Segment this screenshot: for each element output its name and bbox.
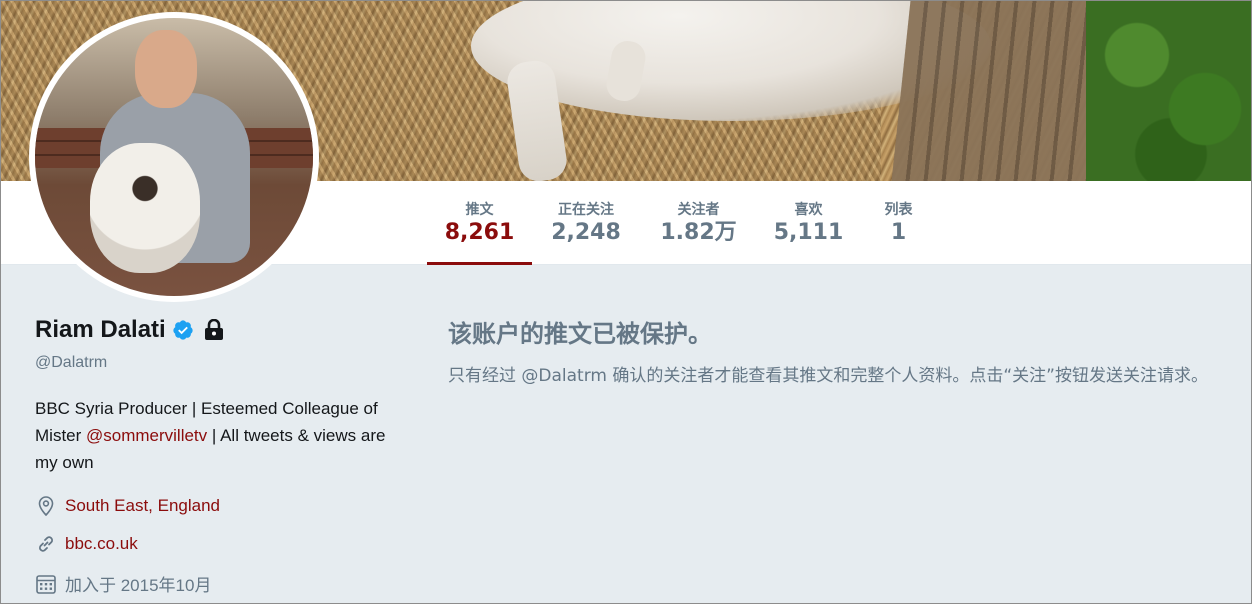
avatar-dog: [90, 143, 200, 273]
avatar-head: [135, 30, 197, 108]
bio-mention-link[interactable]: @sommervilletv: [86, 426, 207, 445]
nav-followers[interactable]: 关注者 1.82万: [651, 181, 746, 265]
nav-following[interactable]: 正在关注 2,248: [541, 181, 631, 265]
verified-badge-icon: [173, 320, 193, 340]
website-link[interactable]: bbc.co.uk: [65, 534, 138, 554]
nav-likes-label: 喜欢: [794, 202, 823, 218]
profile-name[interactable]: Riam Dalati: [35, 316, 166, 344]
nav-tweets[interactable]: 推文 8,261: [427, 181, 532, 265]
nav-likes[interactable]: 喜欢 5,111: [766, 181, 851, 265]
nav-likes-count: 5,111: [773, 220, 844, 245]
location-pin-icon: [38, 496, 54, 517]
profile-website: bbc.co.uk: [35, 533, 138, 555]
protected-notice-title: 该账户的推文已被保护。: [448, 320, 712, 348]
lock-icon: [204, 319, 223, 340]
nav-followers-count: 1.82万: [660, 220, 737, 245]
nav-following-count: 2,248: [551, 220, 621, 245]
calendar-icon: [36, 574, 56, 594]
nav-tweets-label: 推文: [465, 202, 494, 218]
protected-notice-text: 只有经过 @Dalatrm 确认的关注者才能查看其推文和完整个人资料。点击“关注…: [448, 366, 1208, 386]
nav-tweets-count: 8,261: [444, 220, 515, 245]
nav-lists-count: 1: [890, 220, 907, 245]
profile-avatar[interactable]: [29, 12, 319, 302]
join-date-text: 加入于 2015年10月: [65, 576, 212, 595]
nav-following-label: 正在关注: [558, 202, 614, 218]
profile-name-row: Riam Dalati: [35, 316, 224, 344]
nav-lists[interactable]: 列表 1: [871, 181, 926, 265]
profile-join-date: 加入于 2015年10月: [35, 571, 211, 596]
nav-lists-label: 列表: [884, 202, 913, 218]
location-link[interactable]: South East, England: [65, 496, 220, 516]
banner-bush: [1086, 1, 1251, 181]
profile-handle[interactable]: @Dalatrm: [35, 354, 107, 372]
profile-bio: BBC Syria Producer | Esteemed Colleague …: [35, 395, 405, 476]
link-icon: [39, 536, 53, 552]
nav-followers-label: 关注者: [677, 202, 720, 218]
avatar-photo: [35, 18, 313, 296]
profile-location: South East, England: [35, 495, 220, 517]
